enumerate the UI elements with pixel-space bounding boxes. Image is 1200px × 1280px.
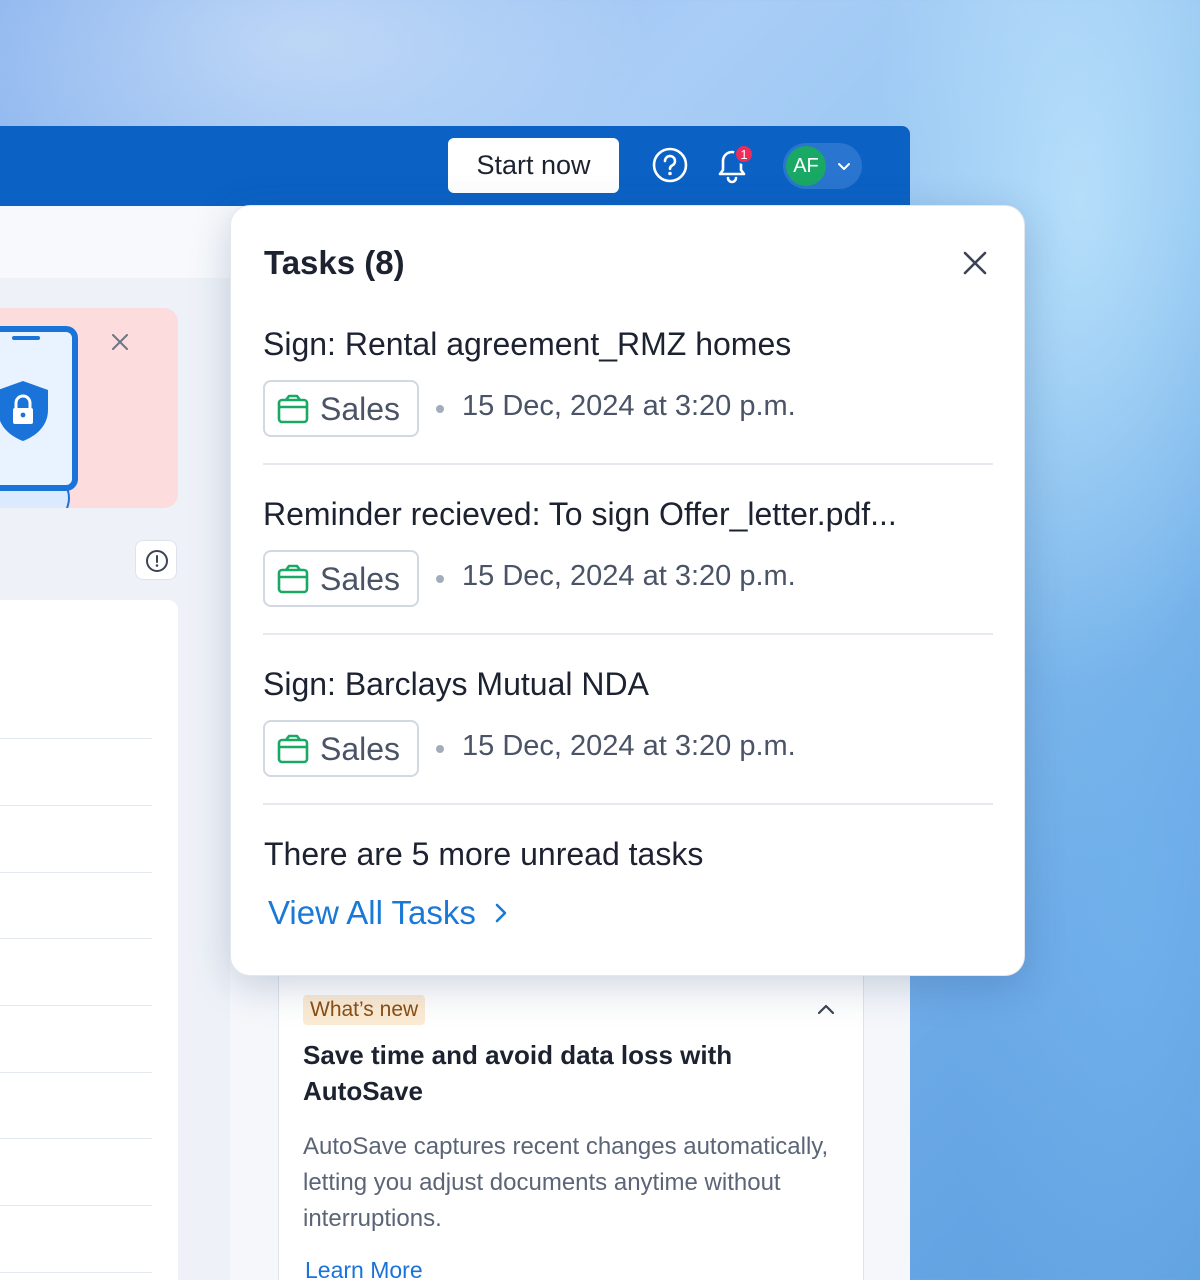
- task-time: 15 Dec, 2024 at 3:20 p.m.: [462, 560, 796, 592]
- close-icon[interactable]: [108, 330, 132, 354]
- task-time: 15 Dec, 2024 at 3:20 p.m.: [462, 730, 796, 762]
- separator-dot: [436, 745, 444, 753]
- security-promo-banner: [0, 308, 178, 508]
- chevron-right-icon: [495, 903, 507, 923]
- view-all-tasks-label: View All Tasks: [268, 894, 476, 931]
- close-icon[interactable]: [960, 248, 990, 278]
- task-title: Sign: Barclays Mutual NDA: [263, 666, 649, 702]
- list-panel: [0, 600, 178, 1280]
- start-now-button[interactable]: Start now: [448, 138, 619, 193]
- help-icon[interactable]: [651, 146, 689, 184]
- divider: [263, 463, 993, 465]
- task-item[interactable]: Reminder recieved: To sign Offer_letter.…: [263, 496, 993, 666]
- task-title: Reminder recieved: To sign Offer_letter.…: [263, 496, 897, 532]
- whats-new-tag: What’s new: [303, 995, 426, 1025]
- separator-dot: [436, 575, 444, 583]
- unread-tasks-text: There are 5 more unread tasks: [264, 836, 704, 872]
- task-item[interactable]: Sign: Barclays Mutual NDA Sales 15 Dec, …: [263, 666, 993, 836]
- task-tag-label: Sales: [320, 391, 401, 427]
- divider: [263, 803, 993, 805]
- task-tag-label: Sales: [320, 731, 401, 767]
- tasks-dropdown: Tasks (8) Sign: Rental agreement_RMZ hom…: [230, 205, 1025, 976]
- tasks-title: Tasks (8): [264, 244, 405, 281]
- task-item[interactable]: Sign: Rental agreement_RMZ homes Sales 1…: [263, 326, 993, 496]
- task-tag: Sales: [263, 720, 419, 777]
- whats-new-title: Save time and avoid data loss with AutoS…: [303, 1040, 733, 1106]
- chevron-up-icon[interactable]: [815, 999, 837, 1021]
- view-all-tasks-link[interactable]: View All Tasks: [268, 894, 508, 932]
- chevron-down-icon: [838, 163, 850, 170]
- separator-dot: [436, 405, 444, 413]
- whats-new-body: AutoSave captures recent changes automat…: [303, 1133, 829, 1232]
- account-menu[interactable]: AF: [783, 143, 862, 189]
- info-icon: [146, 550, 168, 572]
- avatar: AF: [786, 146, 826, 186]
- task-time: 15 Dec, 2024 at 3:20 p.m.: [462, 390, 796, 422]
- info-button[interactable]: [135, 540, 177, 580]
- task-tag: Sales: [263, 550, 419, 607]
- task-title: Sign: Rental agreement_RMZ homes: [263, 326, 792, 362]
- task-tag: Sales: [263, 380, 419, 437]
- shield-lock-icon: [0, 381, 48, 441]
- briefcase-icon: [277, 564, 309, 594]
- notification-badge: 1: [734, 144, 754, 164]
- top-bar: Start now 1 AF: [0, 126, 910, 206]
- phone-illustration: [0, 326, 78, 491]
- whats-new-card: What’s new Save time and avoid data loss…: [278, 960, 864, 1280]
- learn-more-link[interactable]: Learn More: [305, 1257, 423, 1280]
- briefcase-icon: [277, 734, 309, 764]
- task-tag-label: Sales: [320, 561, 401, 597]
- briefcase-icon: [277, 394, 309, 424]
- divider: [263, 633, 993, 635]
